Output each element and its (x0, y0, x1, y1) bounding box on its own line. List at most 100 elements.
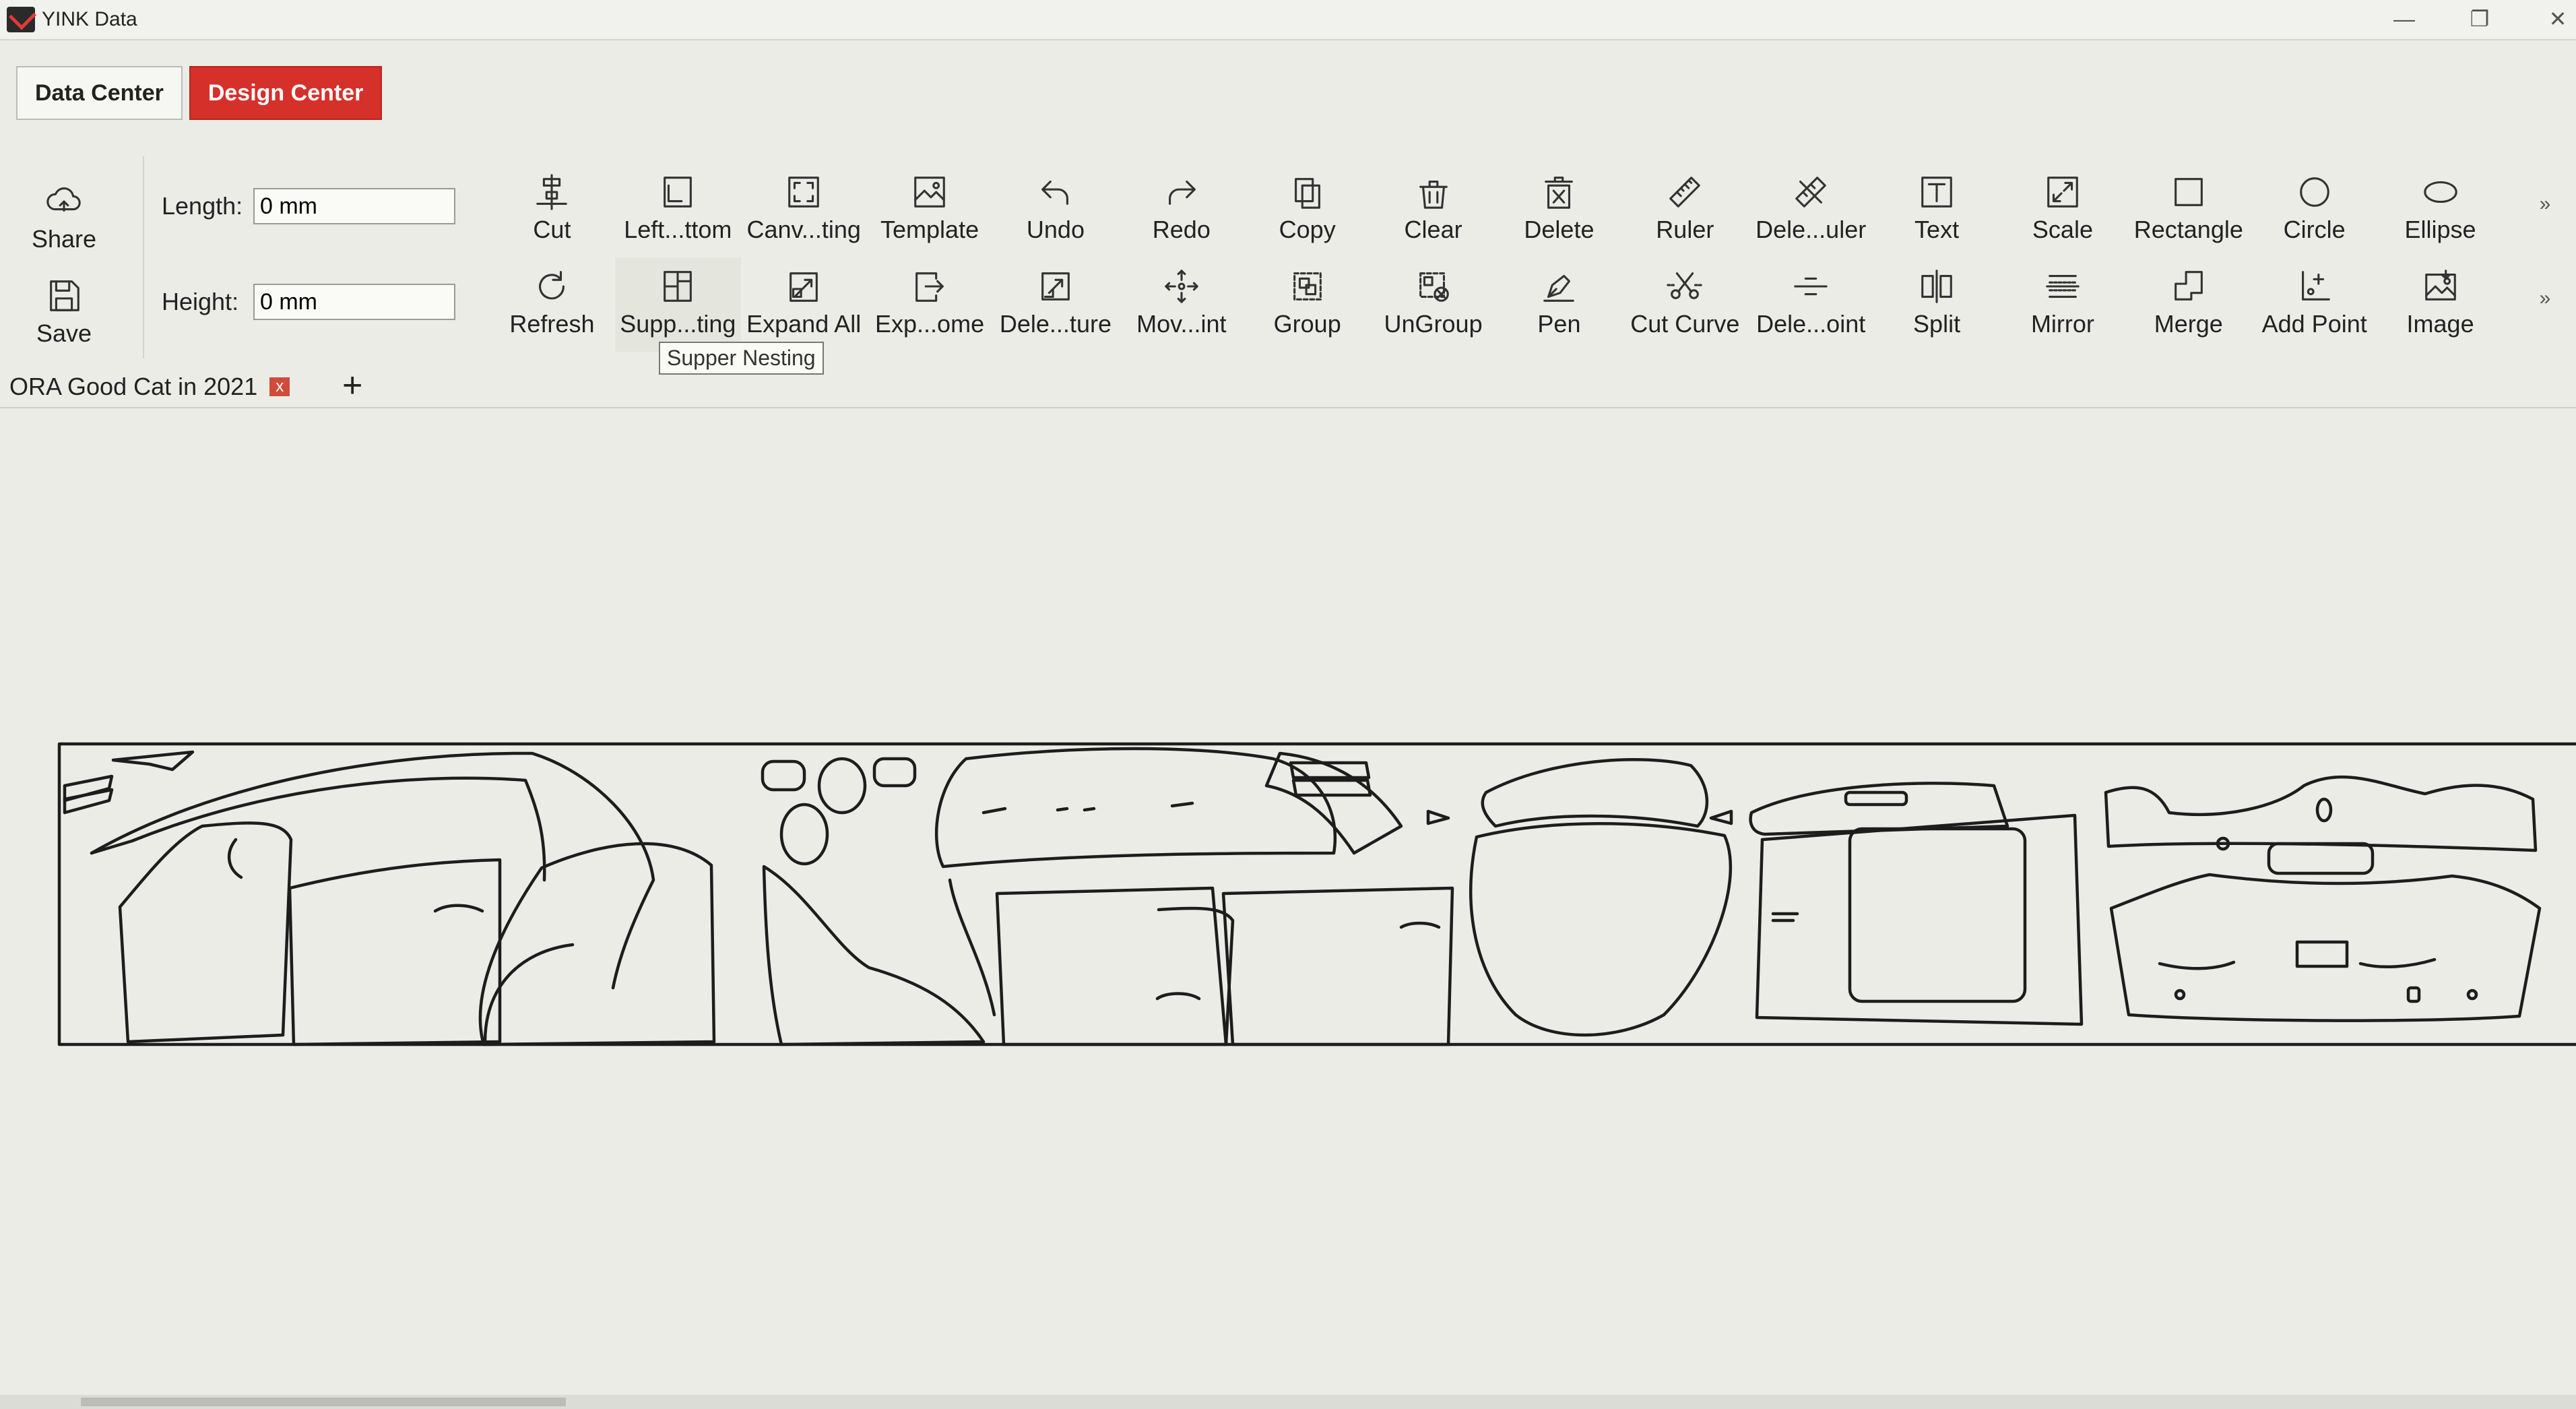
tab-design-center[interactable]: Design Center (189, 66, 383, 120)
pen-button[interactable]: Pen (1496, 257, 1622, 352)
length-input[interactable] (253, 188, 455, 224)
tab-data-center[interactable]: Data Center (16, 66, 183, 120)
ruler-button[interactable]: Ruler (1622, 163, 1748, 257)
share-label: Share (31, 225, 97, 253)
supper-nesting-icon (664, 271, 693, 302)
pattern-piece[interactable] (2174, 989, 2186, 1001)
close-tab-icon[interactable]: x (269, 377, 290, 396)
pattern-piece[interactable] (1399, 921, 1441, 929)
pattern-piece[interactable] (483, 943, 575, 1044)
pattern-piece[interactable] (948, 878, 996, 1017)
pattern-piece[interactable] (1844, 790, 1908, 807)
save-icon (50, 280, 79, 311)
pattern-piece[interactable] (995, 886, 1228, 1046)
delete-ruler-button[interactable]: Dele...uler (1748, 163, 1874, 257)
expand-all-button[interactable]: Expand All (741, 257, 867, 352)
image-button[interactable]: Image (2377, 257, 2503, 352)
split-button[interactable]: Split (1874, 257, 2000, 352)
refresh-button[interactable]: Refresh (489, 257, 615, 352)
align-left-bottom-icon (664, 177, 693, 208)
template-button[interactable]: Template (867, 163, 993, 257)
pattern-piece[interactable] (118, 821, 293, 1044)
pattern-piece[interactable] (779, 803, 829, 866)
pattern-piece[interactable] (433, 904, 484, 913)
image-icon (2424, 270, 2456, 301)
pattern-piece[interactable] (1771, 912, 1799, 922)
pattern-piece[interactable] (478, 842, 716, 1046)
text-button[interactable]: Text (1874, 163, 2000, 257)
add-point-button[interactable]: Add Point (2251, 257, 2377, 352)
delete-icon (1545, 177, 1574, 209)
pattern-piece[interactable] (872, 757, 917, 788)
pattern-piece[interactable] (1155, 992, 1201, 1001)
add-tab-icon[interactable]: + (342, 367, 362, 404)
pattern-piece[interactable] (2295, 940, 2349, 968)
pattern-piece[interactable] (111, 750, 195, 772)
undo-button[interactable]: Undo (993, 163, 1119, 257)
pattern-piece[interactable] (2267, 842, 2375, 875)
cut-button[interactable]: Cut (489, 163, 615, 257)
pen-icon (1543, 274, 1575, 302)
align-left-bottom-button[interactable]: Left...ttom (615, 163, 741, 257)
ellipse-button[interactable]: Ellipse (2377, 163, 2503, 257)
pattern-piece[interactable] (1749, 782, 2009, 836)
canvas-setting-icon (788, 177, 820, 208)
clear-icon (1419, 180, 1448, 209)
pattern-piece[interactable] (227, 838, 243, 879)
delete-point-button[interactable]: Dele...oint (1748, 257, 1874, 352)
horizontal-scrollbar[interactable] (0, 1395, 2576, 1409)
more-tools-row2-icon[interactable]: » (2532, 287, 2558, 310)
canvas-setting-button[interactable]: Canv...ting (741, 163, 867, 257)
delete-texture-button[interactable]: Dele...ture (993, 257, 1119, 352)
pattern-piece[interactable] (817, 757, 867, 815)
pattern-piece[interactable] (2406, 986, 2421, 1003)
move-point-button[interactable]: Mov...int (1118, 257, 1244, 352)
restore-icon[interactable]: ❐ (2456, 3, 2503, 35)
expand-all-label: Expand All (746, 310, 862, 338)
minimize-icon[interactable]: — (2381, 3, 2428, 35)
more-tools-row1-icon[interactable]: » (2532, 193, 2558, 216)
group-button[interactable]: Group (1244, 257, 1370, 352)
group-icon (1293, 272, 1322, 301)
height-label: Height: (162, 288, 239, 315)
merge-button[interactable]: Merge (2125, 257, 2251, 352)
scale-button[interactable]: Scale (2000, 163, 2126, 257)
export-button[interactable]: Exp...ome (867, 257, 993, 352)
pattern-piece[interactable] (762, 865, 986, 1046)
pattern-piece[interactable] (288, 858, 502, 1046)
rectangle-button[interactable]: Rectangle (2125, 163, 2251, 257)
pattern-piece[interactable] (1848, 827, 2027, 1003)
rectangle-icon (2174, 178, 2203, 206)
delete-button[interactable]: Delete (1496, 163, 1622, 257)
document-tab[interactable]: ORA Good Cat in 2021 x (9, 369, 290, 404)
pattern-piece[interactable] (63, 788, 114, 815)
copy-label: Copy (1279, 216, 1336, 243)
pattern-piece[interactable] (1221, 886, 1454, 1046)
circle-button[interactable]: Circle (2251, 163, 2377, 257)
delete-ruler-label: Dele...uler (1756, 216, 1867, 243)
pattern-piece[interactable] (981, 801, 1194, 815)
mirror-button[interactable]: Mirror (2000, 257, 2126, 352)
clear-button[interactable]: Clear (1370, 163, 1496, 257)
design-canvas[interactable] (0, 408, 2576, 1396)
pattern-piece[interactable] (90, 776, 546, 882)
ungroup-button[interactable]: UnGroup (1370, 257, 1496, 352)
pattern-piece[interactable] (2315, 797, 2333, 823)
redo-button[interactable]: Redo (1118, 163, 1244, 257)
pattern-piece[interactable] (1469, 822, 1733, 1037)
cut-curve-button[interactable]: Cut Curve (1622, 257, 1748, 352)
height-input[interactable] (253, 284, 455, 320)
save-button[interactable]: Save (20, 260, 108, 354)
pattern-piece[interactable] (2466, 989, 2478, 1001)
copy-button[interactable]: Copy (1244, 163, 1370, 257)
supper-nesting-button[interactable]: Supp...ting (614, 257, 741, 352)
close-window-icon[interactable]: ✕ (2534, 3, 2576, 35)
pattern-piece[interactable] (761, 759, 806, 792)
save-label: Save (36, 319, 92, 347)
scrollbar-thumb[interactable] (81, 1398, 566, 1406)
ruler-icon (1669, 177, 1701, 208)
pattern-piece[interactable] (1481, 758, 1709, 828)
pattern-piece[interactable] (1755, 813, 2084, 1026)
share-button[interactable]: Share (20, 166, 108, 260)
pattern-piece[interactable] (2104, 775, 2538, 852)
